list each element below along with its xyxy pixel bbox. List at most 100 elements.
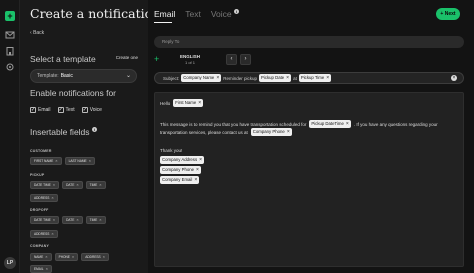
group-label-dropoff: DROPOFF	[30, 208, 49, 212]
field-chip-company-email[interactable]: Company Email ×	[160, 176, 200, 184]
channel-checkboxes: ✓ Email ✓ Text ✓ Voice	[30, 107, 102, 113]
close-icon: ×	[286, 75, 290, 81]
icon-rail: + LP	[0, 0, 20, 273]
tab-voice[interactable]: Voice i	[211, 9, 240, 19]
language-indicator: ENGLISH 1 of 1	[180, 54, 200, 65]
channel-tabs: Email Text Voice i	[154, 9, 240, 19]
body-line: transportation services, please contact …	[160, 128, 292, 136]
close-icon: ×	[88, 158, 91, 163]
info-icon[interactable]: i	[91, 127, 97, 132]
checkbox-voice[interactable]: ✓ Voice	[81, 107, 102, 113]
close-icon: ×	[51, 195, 54, 200]
tab-text[interactable]: Text	[185, 9, 201, 19]
body-line: Hello First Name ×	[160, 99, 204, 107]
create-one-link[interactable]: Create one	[116, 55, 138, 60]
field-chip[interactable]: LAST NAME ×	[64, 157, 95, 165]
close-icon: ×	[76, 217, 79, 222]
message-body-editor[interactable]: Hello First Name × This message is to rem…	[154, 92, 464, 267]
subject-field[interactable]: Subject: Company Name × Reminder pickup P…	[154, 72, 464, 84]
body-text: This message is to remind you that you h…	[160, 121, 307, 127]
chip-row: NAME × PHONE × ADDRESS ×	[30, 253, 110, 261]
checkbox-text[interactable]: ✓ Text	[57, 107, 75, 113]
field-chip-company-phone[interactable]: Company Phone ×	[250, 128, 292, 136]
chevron-left-icon[interactable]: ‹	[226, 54, 237, 65]
checkbox-label: Voice	[89, 107, 102, 113]
add-language-icon[interactable]: +	[154, 54, 159, 64]
next-button[interactable]: + Next	[436, 8, 460, 20]
checkbox-label: Email	[38, 107, 51, 113]
field-chip[interactable]: DATE ×	[62, 181, 83, 189]
body-text: . If you have any questions regarding yo…	[353, 121, 438, 127]
field-chip[interactable]: DATE TIME ×	[30, 216, 60, 224]
close-icon: ×	[52, 182, 56, 187]
clear-subject-icon[interactable]: ×	[451, 75, 457, 81]
close-icon: ×	[55, 158, 58, 163]
body-line: This message is to remind you that you h…	[160, 120, 438, 128]
settings-icon[interactable]	[5, 62, 15, 72]
logo-icon[interactable]: +	[5, 11, 15, 21]
insertable-section-title: Insertable fields i	[30, 127, 97, 137]
close-icon: ×	[194, 177, 198, 183]
field-chip-company-address[interactable]: Company Address ×	[160, 156, 205, 164]
checkbox-email[interactable]: ✓ Email	[30, 107, 51, 113]
field-chip[interactable]: ADDRESS ×	[30, 230, 58, 238]
close-icon: ×	[99, 182, 102, 187]
back-link[interactable]: ‹ Back	[30, 30, 44, 36]
tab-email[interactable]: Email	[154, 9, 175, 19]
field-chip[interactable]: ADDRESS ×	[30, 194, 58, 202]
field-chip-company-name[interactable]: Company Name ×	[181, 74, 222, 82]
subject-text: Reminder pickup	[223, 75, 257, 81]
enable-section-title: Enable notifications for	[30, 88, 116, 98]
body-line: Company Address ×	[160, 156, 205, 164]
field-chip[interactable]: TIME ×	[85, 181, 106, 189]
group-label-company: COMPANY	[30, 244, 50, 248]
field-chip-company-phone[interactable]: Company Phone ×	[160, 166, 201, 174]
close-icon: ×	[99, 217, 102, 222]
subject-text: at	[293, 75, 297, 81]
checkmark-icon: ✓	[81, 107, 88, 113]
close-icon: ×	[216, 75, 220, 81]
field-chip-pickup-time[interactable]: Pickup Time ×	[298, 74, 332, 82]
chip-row: ADDRESS ×	[30, 194, 58, 202]
close-icon: ×	[198, 100, 202, 106]
field-chip[interactable]: NAME ×	[30, 253, 52, 261]
checkmark-icon: ✓	[57, 107, 64, 113]
field-chip-first-name[interactable]: First Name ×	[173, 99, 204, 107]
field-chip[interactable]: PHONE ×	[54, 253, 79, 261]
field-chip[interactable]: ADDRESS ×	[81, 253, 110, 261]
chevron-down-icon: ⌄	[125, 73, 131, 79]
info-icon[interactable]: i	[234, 9, 240, 14]
close-icon: ×	[102, 254, 106, 259]
field-chip-pickup-date[interactable]: Pickup Date ×	[259, 74, 292, 82]
chip-row: FIRST NAME × LAST NAME ×	[30, 157, 95, 165]
chevron-right-icon[interactable]: ›	[240, 54, 251, 65]
chip-row: DATE TIME × DATE × TIME ×	[30, 216, 106, 224]
close-icon: ×	[199, 157, 203, 163]
close-icon: ×	[71, 254, 75, 259]
close-icon: ×	[52, 217, 56, 222]
close-icon: ×	[326, 75, 330, 81]
close-icon: ×	[345, 121, 349, 127]
template-section-title: Select a template	[30, 54, 96, 64]
main-editor: Email Text Voice i + Next Reply To + ENG…	[148, 0, 474, 273]
body-text: transportation services, please contact …	[160, 129, 248, 135]
template-select[interactable]: Template: Basic ⌄	[30, 69, 137, 83]
body-text: Thank you!	[160, 148, 183, 153]
mail-icon[interactable]	[5, 30, 15, 40]
body-line: Thank you!	[160, 148, 182, 153]
building-icon[interactable]	[5, 46, 15, 56]
body-line: Company Email ×	[160, 176, 200, 184]
reply-to-input[interactable]: Reply To	[154, 36, 464, 48]
checkmark-icon: ✓	[30, 107, 36, 113]
template-value: Basic	[60, 73, 73, 79]
field-chip[interactable]: TIME ×	[85, 216, 106, 224]
checkbox-label: Text	[65, 107, 75, 113]
field-chip[interactable]: FIRST NAME ×	[30, 157, 62, 165]
avatar[interactable]: LP	[4, 257, 16, 269]
field-chip[interactable]: DATE ×	[62, 216, 83, 224]
field-chip[interactable]: EMAIL ×	[30, 265, 52, 273]
template-label: Template:	[37, 73, 59, 79]
field-chip-pickup-datetime[interactable]: Pickup DateTime ×	[309, 120, 351, 128]
field-chip[interactable]: DATE TIME ×	[30, 181, 60, 189]
chip-row: DATE TIME × DATE × TIME ×	[30, 181, 106, 189]
